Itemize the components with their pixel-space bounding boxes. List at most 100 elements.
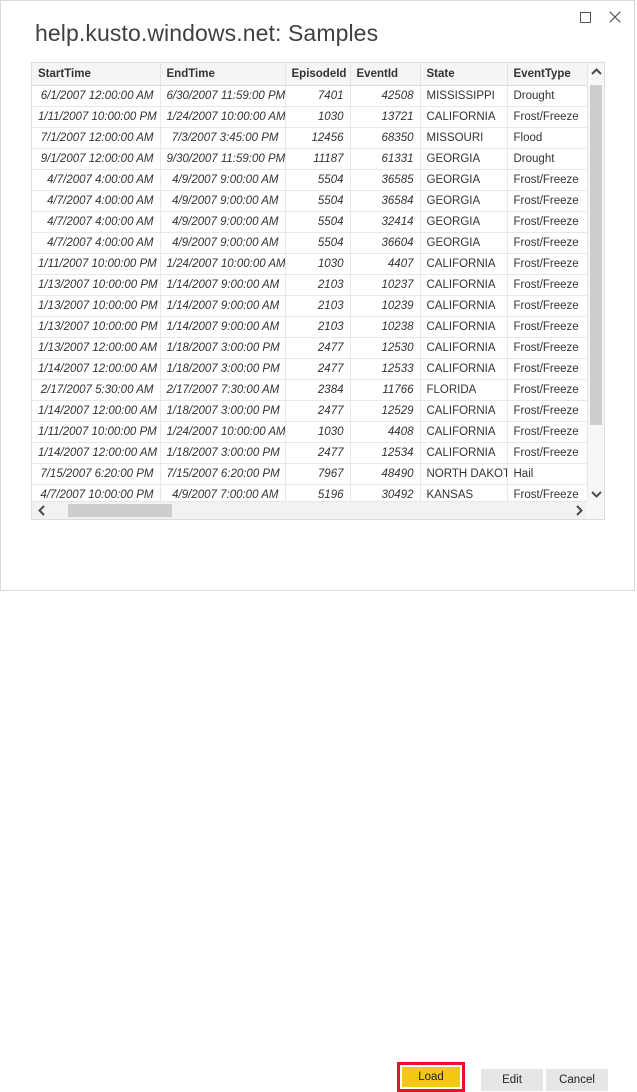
data-preview-grid: StartTime EndTime EpisodeId EventId Stat… xyxy=(31,62,605,520)
cell-state: CALIFORNIA xyxy=(420,316,507,337)
maximize-button[interactable] xyxy=(570,4,600,30)
column-header-episodeid[interactable]: EpisodeId xyxy=(285,63,350,85)
cell-episodeid: 5504 xyxy=(285,169,350,190)
cell-endtime: 7/3/2007 3:45:00 PM xyxy=(160,127,285,148)
cell-starttime: 7/15/2007 6:20:00 PM xyxy=(32,463,160,484)
column-header-endtime[interactable]: EndTime xyxy=(160,63,285,85)
cell-eventtype: Frost/Freeze xyxy=(507,211,588,232)
cell-starttime: 1/13/2007 10:00:00 PM xyxy=(32,316,160,337)
cell-episodeid: 7401 xyxy=(285,85,350,106)
table-row[interactable]: 4/7/2007 4:00:00 AM4/9/2007 9:00:00 AM55… xyxy=(32,169,588,190)
cell-episodeid: 5504 xyxy=(285,211,350,232)
vertical-scrollbar[interactable] xyxy=(587,63,604,503)
cancel-button[interactable]: Cancel xyxy=(546,1069,608,1091)
column-header-eventid[interactable]: EventId xyxy=(350,63,420,85)
table-row[interactable]: 4/7/2007 4:00:00 AM4/9/2007 9:00:00 AM55… xyxy=(32,211,588,232)
column-header-starttime[interactable]: StartTime xyxy=(32,63,160,85)
scroll-left-button[interactable] xyxy=(32,502,50,519)
table-row[interactable]: 1/13/2007 12:00:00 AM1/18/2007 3:00:00 P… xyxy=(32,337,588,358)
table-row[interactable]: 1/13/2007 10:00:00 PM1/14/2007 9:00:00 A… xyxy=(32,316,588,337)
cell-episodeid: 5504 xyxy=(285,232,350,253)
table-row[interactable]: 2/17/2007 5:30:00 AM2/17/2007 7:30:00 AM… xyxy=(32,379,588,400)
load-button[interactable]: Load xyxy=(402,1067,460,1087)
cell-state: FLORIDA xyxy=(420,379,507,400)
cell-eventtype: Frost/Freeze xyxy=(507,253,588,274)
table-row[interactable]: 1/14/2007 12:00:00 AM1/18/2007 3:00:00 P… xyxy=(32,442,588,463)
column-header-state[interactable]: State xyxy=(420,63,507,85)
table-row[interactable]: 1/13/2007 10:00:00 PM1/14/2007 9:00:00 A… xyxy=(32,274,588,295)
cell-eventid: 4407 xyxy=(350,253,420,274)
scrollbar-corner xyxy=(587,501,604,519)
table-row[interactable]: 1/11/2007 10:00:00 PM1/24/2007 10:00:00 … xyxy=(32,253,588,274)
cell-starttime: 1/11/2007 10:00:00 PM xyxy=(32,421,160,442)
cell-endtime: 4/9/2007 9:00:00 AM xyxy=(160,169,285,190)
cell-eventid: 36604 xyxy=(350,232,420,253)
cell-starttime: 4/7/2007 4:00:00 AM xyxy=(32,211,160,232)
cell-episodeid: 1030 xyxy=(285,421,350,442)
table-row[interactable]: 4/7/2007 4:00:00 AM4/9/2007 9:00:00 AM55… xyxy=(32,232,588,253)
window-controls xyxy=(570,3,630,31)
vertical-scroll-thumb[interactable] xyxy=(590,85,602,425)
table-row[interactable]: 1/14/2007 12:00:00 AM1/18/2007 3:00:00 P… xyxy=(32,358,588,379)
cell-episodeid: 5504 xyxy=(285,190,350,211)
table-row[interactable]: 4/7/2007 4:00:00 AM4/9/2007 9:00:00 AM55… xyxy=(32,190,588,211)
cell-endtime: 1/14/2007 9:00:00 AM xyxy=(160,295,285,316)
cell-eventid: 36585 xyxy=(350,169,420,190)
cell-episodeid: 2477 xyxy=(285,400,350,421)
table-row[interactable]: 1/11/2007 10:00:00 PM1/24/2007 10:00:00 … xyxy=(32,106,588,127)
table-row[interactable]: 9/1/2007 12:00:00 AM9/30/2007 11:59:00 P… xyxy=(32,148,588,169)
cell-episodeid: 12456 xyxy=(285,127,350,148)
cell-episodeid: 2103 xyxy=(285,274,350,295)
chevron-up-icon xyxy=(591,68,602,75)
cell-starttime: 1/14/2007 12:00:00 AM xyxy=(32,358,160,379)
cell-eventtype: Hail xyxy=(507,463,588,484)
table-body: 6/1/2007 12:00:00 AM6/30/2007 11:59:00 P… xyxy=(32,85,588,503)
cell-state: GEORGIA xyxy=(420,148,507,169)
cell-eventid: 12530 xyxy=(350,337,420,358)
cell-starttime: 6/1/2007 12:00:00 AM xyxy=(32,85,160,106)
cell-episodeid: 2103 xyxy=(285,316,350,337)
table-row[interactable]: 1/11/2007 10:00:00 PM1/24/2007 10:00:00 … xyxy=(32,421,588,442)
preview-table: StartTime EndTime EpisodeId EventId Stat… xyxy=(32,63,588,503)
table-row[interactable]: 7/15/2007 6:20:00 PM7/15/2007 6:20:00 PM… xyxy=(32,463,588,484)
table-row[interactable]: 7/1/2007 12:00:00 AM7/3/2007 3:45:00 PM1… xyxy=(32,127,588,148)
cell-endtime: 1/18/2007 3:00:00 PM xyxy=(160,400,285,421)
cell-starttime: 2/17/2007 5:30:00 AM xyxy=(32,379,160,400)
table-row[interactable]: 1/14/2007 12:00:00 AM1/18/2007 3:00:00 P… xyxy=(32,400,588,421)
cell-eventtype: Frost/Freeze xyxy=(507,169,588,190)
cell-state: GEORGIA xyxy=(420,232,507,253)
horizontal-scroll-thumb[interactable] xyxy=(68,504,172,517)
horizontal-scrollbar[interactable] xyxy=(32,501,588,519)
cell-eventtype: Frost/Freeze xyxy=(507,442,588,463)
column-header-eventtype[interactable]: EventType xyxy=(507,63,588,85)
grid-viewport: StartTime EndTime EpisodeId EventId Stat… xyxy=(32,63,588,503)
table-row[interactable]: 6/1/2007 12:00:00 AM6/30/2007 11:59:00 P… xyxy=(32,85,588,106)
cell-eventid: 11766 xyxy=(350,379,420,400)
dialog-footer: Load Edit Cancel xyxy=(1,528,634,590)
edit-button[interactable]: Edit xyxy=(481,1069,543,1091)
table-header-row: StartTime EndTime EpisodeId EventId Stat… xyxy=(32,63,588,85)
cell-state: CALIFORNIA xyxy=(420,442,507,463)
cell-eventtype: Drought xyxy=(507,148,588,169)
cell-eventid: 61331 xyxy=(350,148,420,169)
cell-eventid: 48490 xyxy=(350,463,420,484)
cell-endtime: 1/24/2007 10:00:00 AM xyxy=(160,106,285,127)
scroll-up-button[interactable] xyxy=(588,63,604,80)
close-button[interactable] xyxy=(600,4,630,30)
cell-eventtype: Drought xyxy=(507,85,588,106)
cell-state: MISSISSIPPI xyxy=(420,85,507,106)
scroll-right-button[interactable] xyxy=(570,502,588,519)
cell-starttime: 1/13/2007 12:00:00 AM xyxy=(32,337,160,358)
chevron-right-icon xyxy=(576,505,583,516)
cell-eventtype: Frost/Freeze xyxy=(507,295,588,316)
chevron-left-icon xyxy=(38,505,45,516)
table-row[interactable]: 1/13/2007 10:00:00 PM1/14/2007 9:00:00 A… xyxy=(32,295,588,316)
cell-starttime: 1/14/2007 12:00:00 AM xyxy=(32,400,160,421)
cell-episodeid: 2477 xyxy=(285,337,350,358)
cell-eventid: 32414 xyxy=(350,211,420,232)
cell-endtime: 2/17/2007 7:30:00 AM xyxy=(160,379,285,400)
close-icon xyxy=(609,11,621,23)
cell-starttime: 4/7/2007 4:00:00 AM xyxy=(32,190,160,211)
cell-eventid: 12533 xyxy=(350,358,420,379)
cell-endtime: 1/14/2007 9:00:00 AM xyxy=(160,316,285,337)
